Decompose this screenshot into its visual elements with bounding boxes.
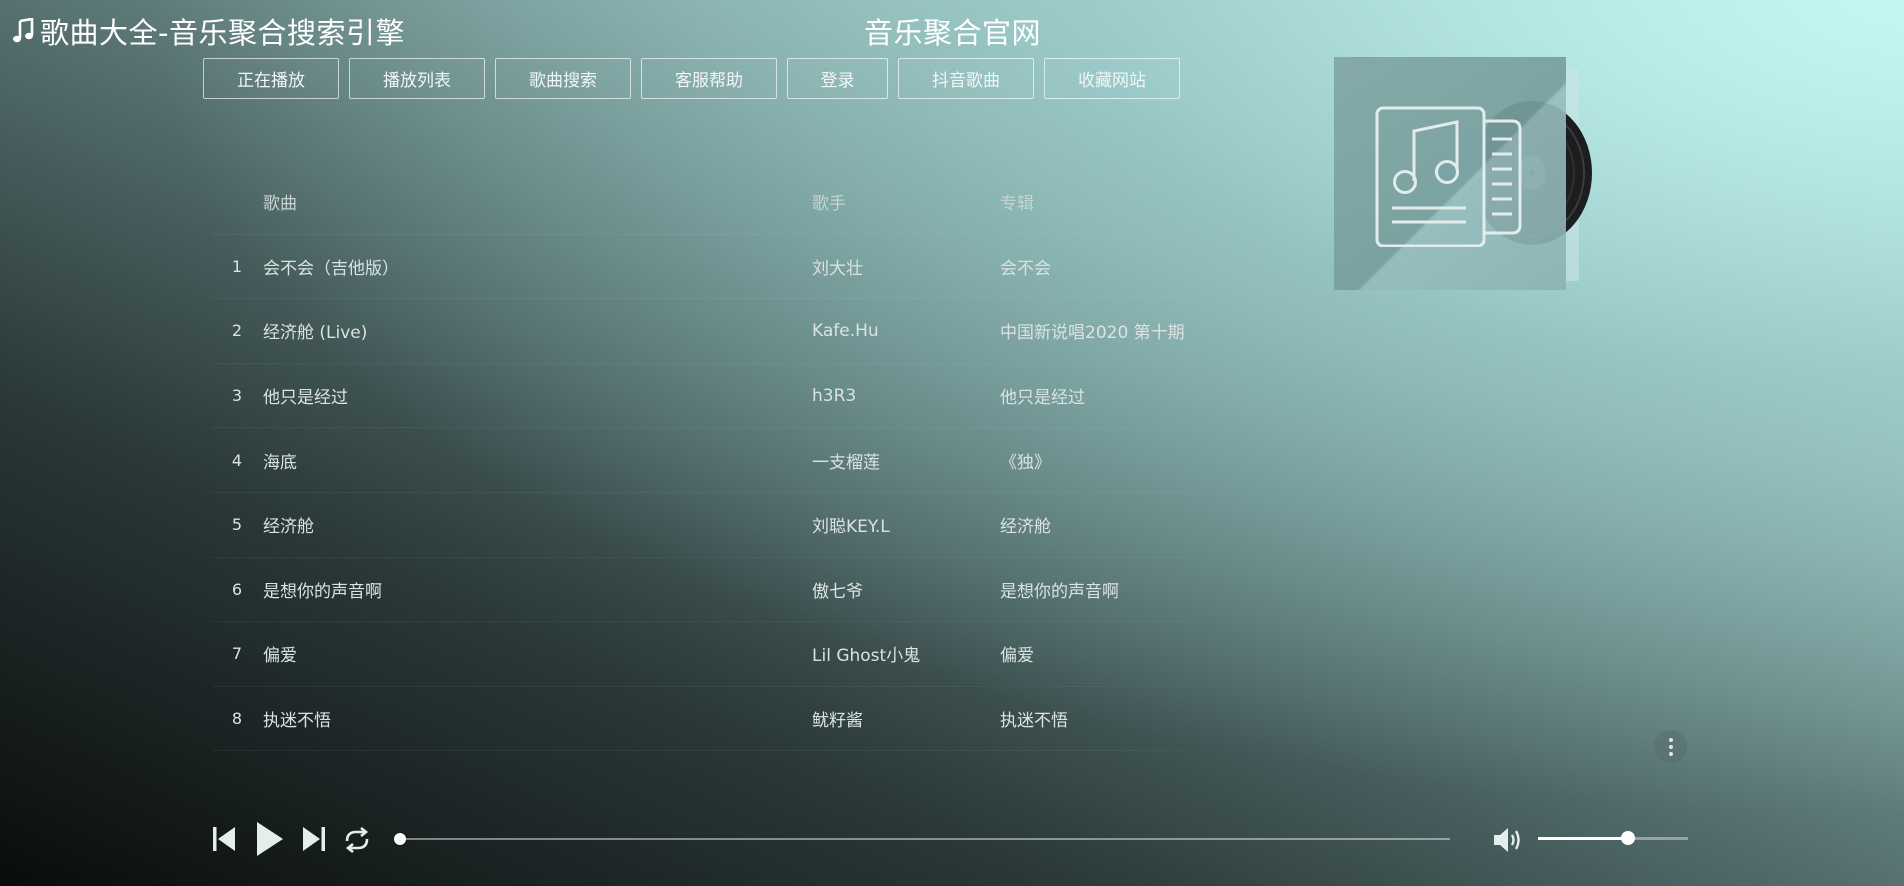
nav-login[interactable]: 登录 bbox=[787, 58, 888, 99]
song-artist: 刘大壮 bbox=[812, 258, 863, 279]
song-row[interactable]: 6 是想你的声音啊 傲七爷 是想你的声音啊 bbox=[212, 558, 1188, 623]
song-title: 海底 bbox=[263, 452, 297, 473]
progress-bar[interactable] bbox=[400, 838, 1450, 840]
header-album: 专辑 bbox=[1000, 194, 1034, 215]
song-number: 2 bbox=[231, 321, 243, 341]
center-title: 音乐聚合官网 bbox=[864, 16, 1042, 50]
song-title: 他只是经过 bbox=[263, 388, 348, 409]
song-number: 1 bbox=[231, 256, 243, 276]
song-list: 歌曲 歌手 专辑 1 会不会（吉他版） 刘大壮 会不会 2 经济舱 (Live) Kafe.… bbox=[212, 170, 1188, 752]
more-dot bbox=[1668, 744, 1673, 749]
song-number: 7 bbox=[231, 644, 243, 664]
song-artist: h3R3 bbox=[812, 385, 857, 406]
header-song: 歌曲 bbox=[263, 194, 297, 215]
progress-knob[interactable] bbox=[394, 833, 406, 845]
more-dot bbox=[1668, 737, 1673, 742]
header-artist: 歌手 bbox=[812, 194, 846, 215]
song-row[interactable]: 3 他只是经过 h3R3 他只是经过 bbox=[212, 364, 1188, 429]
album-cover-icon bbox=[1375, 106, 1522, 247]
skip-previous-icon[interactable] bbox=[212, 826, 236, 852]
play-icon[interactable] bbox=[256, 821, 284, 857]
volume-knob[interactable] bbox=[1621, 831, 1635, 845]
song-number: 5 bbox=[231, 515, 243, 535]
song-number: 8 bbox=[231, 709, 243, 729]
song-title: 执迷不悟 bbox=[263, 711, 331, 732]
nav-song-search[interactable]: 歌曲搜索 bbox=[495, 58, 631, 99]
song-album: 经济舱 bbox=[1000, 517, 1051, 538]
site-title: 歌曲大全-音乐聚合搜索引擎 bbox=[12, 10, 405, 52]
song-artist: 傲七爷 bbox=[812, 581, 863, 602]
music-note-icon bbox=[13, 18, 34, 43]
song-title: 是想你的声音啊 bbox=[263, 581, 382, 602]
song-number: 4 bbox=[231, 450, 243, 470]
song-album: 是想你的声音啊 bbox=[1000, 581, 1119, 602]
nav-now-playing[interactable]: 正在播放 bbox=[203, 58, 339, 99]
song-title: 经济舱 (Live) bbox=[263, 323, 368, 344]
loop-icon[interactable] bbox=[343, 827, 371, 853]
song-artist: 鱿籽酱 bbox=[812, 711, 863, 732]
nav-help[interactable]: 客服帮助 bbox=[641, 58, 777, 99]
song-list-header: 歌曲 歌手 专辑 bbox=[212, 170, 1188, 235]
song-number: 6 bbox=[231, 579, 243, 599]
song-row[interactable]: 1 会不会（吉他版） 刘大壮 会不会 bbox=[212, 235, 1188, 300]
song-title: 经济舱 bbox=[263, 517, 314, 538]
volume-slider[interactable] bbox=[1538, 837, 1688, 840]
song-album: 中国新说唱2020 第十期 bbox=[1000, 323, 1185, 344]
nav-playlist[interactable]: 播放列表 bbox=[349, 58, 485, 99]
site-title-text: 歌曲大全-音乐聚合搜索引擎 bbox=[40, 16, 405, 50]
skip-next-icon[interactable] bbox=[302, 826, 326, 852]
song-number: 3 bbox=[231, 386, 243, 406]
album-cover bbox=[1334, 57, 1566, 290]
song-album: 偏爱 bbox=[1000, 646, 1034, 667]
song-album: 《独》 bbox=[1000, 452, 1051, 473]
song-album: 执迷不悟 bbox=[1000, 711, 1068, 732]
top-nav: 正在播放 播放列表 歌曲搜索 客服帮助 登录 抖音歌曲 收藏网站 bbox=[203, 58, 1180, 99]
song-title: 偏爱 bbox=[263, 646, 297, 667]
song-row[interactable]: 4 海底 一支榴莲 《独》 bbox=[212, 428, 1188, 493]
more-dot bbox=[1668, 751, 1673, 756]
volume-fill bbox=[1538, 837, 1628, 840]
song-row[interactable]: 8 执迷不悟 鱿籽酱 执迷不悟 bbox=[212, 687, 1188, 752]
song-artist: 一支榴莲 bbox=[812, 452, 880, 473]
song-artist: 刘聪KEY.L bbox=[812, 517, 890, 538]
more-vertical-icon[interactable] bbox=[1654, 730, 1687, 763]
nav-bookmark[interactable]: 收藏网站 bbox=[1044, 58, 1180, 99]
song-album: 他只是经过 bbox=[1000, 388, 1085, 409]
song-artist: Lil Ghost小鬼 bbox=[812, 646, 921, 667]
song-row[interactable]: 5 经济舱 刘聪KEY.L 经济舱 bbox=[212, 493, 1188, 558]
song-album: 会不会 bbox=[1000, 258, 1051, 279]
album-art bbox=[1334, 57, 1604, 292]
song-row[interactable]: 7 偏爱 Lil Ghost小鬼 偏爱 bbox=[212, 622, 1188, 687]
player-bar bbox=[0, 810, 1904, 870]
song-row[interactable]: 2 经济舱 (Live) Kafe.Hu 中国新说唱2020 第十期 bbox=[212, 299, 1188, 364]
song-artist: Kafe.Hu bbox=[812, 320, 879, 341]
nav-douyin-songs[interactable]: 抖音歌曲 bbox=[898, 58, 1034, 99]
song-title: 会不会（吉他版） bbox=[263, 258, 399, 279]
volume-icon[interactable] bbox=[1492, 826, 1524, 854]
